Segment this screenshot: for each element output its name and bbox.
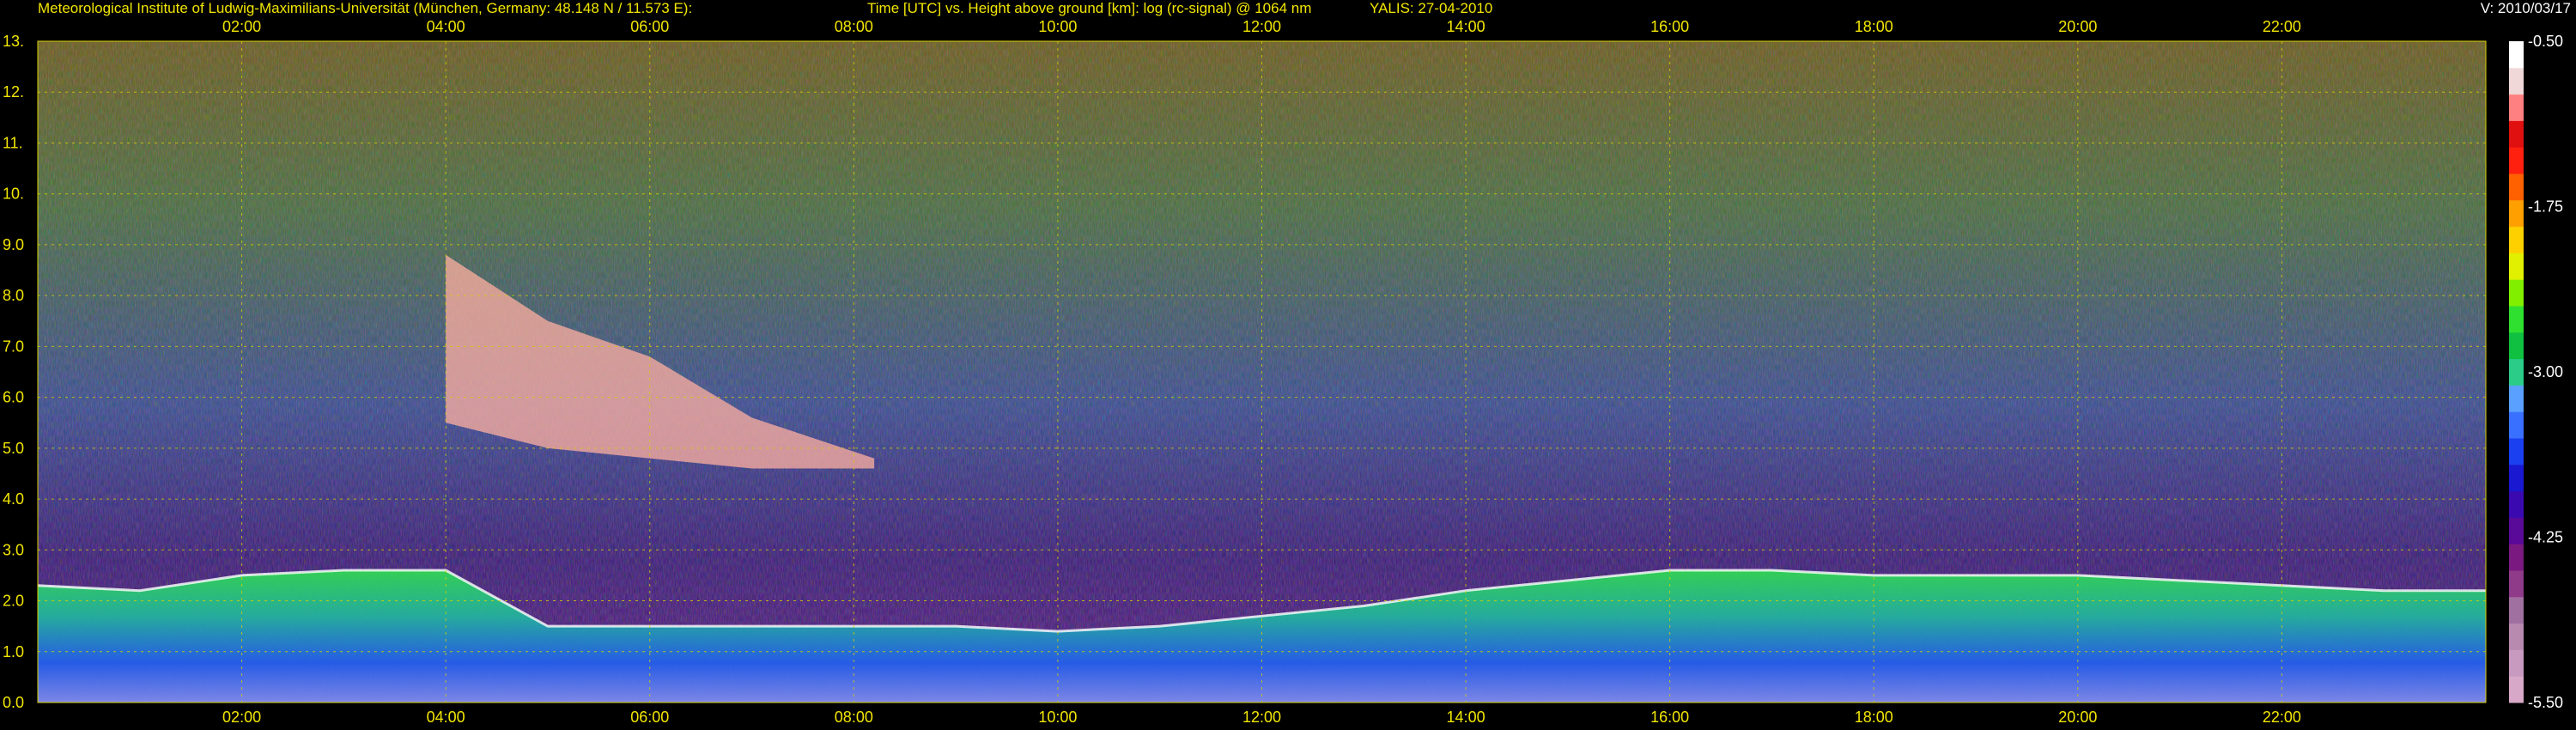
y-tick-5: 5.0 [3,440,24,457]
colorbar-segment-7 [2509,490,2524,518]
colorbar-segment-1 [2509,649,2524,677]
colorbar-tick-0: -0.50 [2528,33,2563,50]
x-tick-bottom-1: 04:00 [427,709,465,726]
colorbar-segment-3 [2509,596,2524,624]
x-tick-top-1: 04:00 [427,18,465,35]
y-tick-13: 13. [3,33,24,50]
colorbar-segment-2 [2509,623,2524,650]
y-tick-1: 1.0 [3,643,24,660]
x-tick-bottom-2: 06:00 [630,709,669,726]
colorbar-segment-5 [2509,544,2524,571]
x-tick-bottom-8: 18:00 [1855,709,1893,726]
colorbar-segment-18 [2509,199,2524,228]
colorbar-segment-15 [2509,279,2524,307]
colorbar-tick-3: -4.25 [2528,529,2563,546]
x-tick-top-7: 16:00 [1650,18,1689,35]
colorbar-segment-8 [2509,464,2524,492]
colorbar-segment-17 [2509,226,2524,253]
x-tick-bottom-0: 02:00 [222,709,261,726]
lidar-chart: 02:00 02:00 04:00 04:00 06:00 06:00 08:00 08:00… [3,18,2563,726]
colorbar-tick-4: -5.50 [2528,694,2563,711]
colorbar-tick-1: -1.75 [2528,198,2563,216]
y-tick-7: 7.0 [3,338,24,355]
colorbar-segment-16 [2509,252,2524,280]
colorbar: -0.50 -1.75 -3.00 -4.25 -5.50 [2509,33,2563,711]
y-tick-12: 12. [3,83,24,100]
colorbar-segment-12 [2509,358,2524,386]
x-tick-bottom-6: 14:00 [1447,709,1485,726]
colorbar-segment-4 [2509,570,2524,598]
colorbar-segment-14 [2509,306,2524,333]
y-tick-2: 2.0 [3,593,24,610]
x-tick-bottom-9: 20:00 [2058,709,2097,726]
y-tick-10: 10. [3,186,24,203]
x-tick-top-3: 08:00 [835,18,873,35]
y-tick-6: 6.0 [3,389,24,406]
y-tick-4: 4.0 [3,490,24,508]
y-tick-9: 9.0 [3,236,24,253]
y-tick-8: 8.0 [3,287,24,304]
x-tick-top-8: 18:00 [1855,18,1893,35]
colorbar-segment-6 [2509,517,2524,544]
colorbar-segment-20 [2509,147,2524,174]
x-tick-top-2: 06:00 [630,18,669,35]
colorbar-segment-11 [2509,385,2524,412]
y-tick-11: 11. [3,134,23,151]
colorbar-segment-24 [2509,41,2524,69]
colorbar-segment-19 [2509,173,2524,201]
colorbar-segment-21 [2509,120,2524,148]
x-tick-bottom-4: 10:00 [1038,709,1077,726]
y-tick-3: 3.0 [3,541,24,558]
colorbar-segment-10 [2509,411,2524,439]
x-tick-top-10: 22:00 [2263,18,2301,35]
colorbar-tick-2: -3.00 [2528,363,2563,380]
colorbar-segment-13 [2509,332,2524,360]
colorbar-segment-22 [2509,94,2524,121]
x-tick-bottom-3: 08:00 [835,709,873,726]
x-tick-bottom-10: 22:00 [2263,709,2301,726]
colorbar-segment-0 [2509,676,2524,703]
x-tick-bottom-7: 16:00 [1650,709,1689,726]
x-tick-top-4: 10:00 [1038,18,1077,35]
colorbar-segment-23 [2509,67,2524,95]
x-tick-top-5: 12:00 [1242,18,1281,35]
x-tick-bottom-5: 12:00 [1242,709,1281,726]
x-tick-top-0: 02:00 [222,18,261,35]
x-tick-top-9: 20:00 [2058,18,2097,35]
y-tick-0: 0.0 [3,694,24,711]
colorbar-segment-9 [2509,438,2524,465]
x-tick-top-6: 14:00 [1447,18,1485,35]
